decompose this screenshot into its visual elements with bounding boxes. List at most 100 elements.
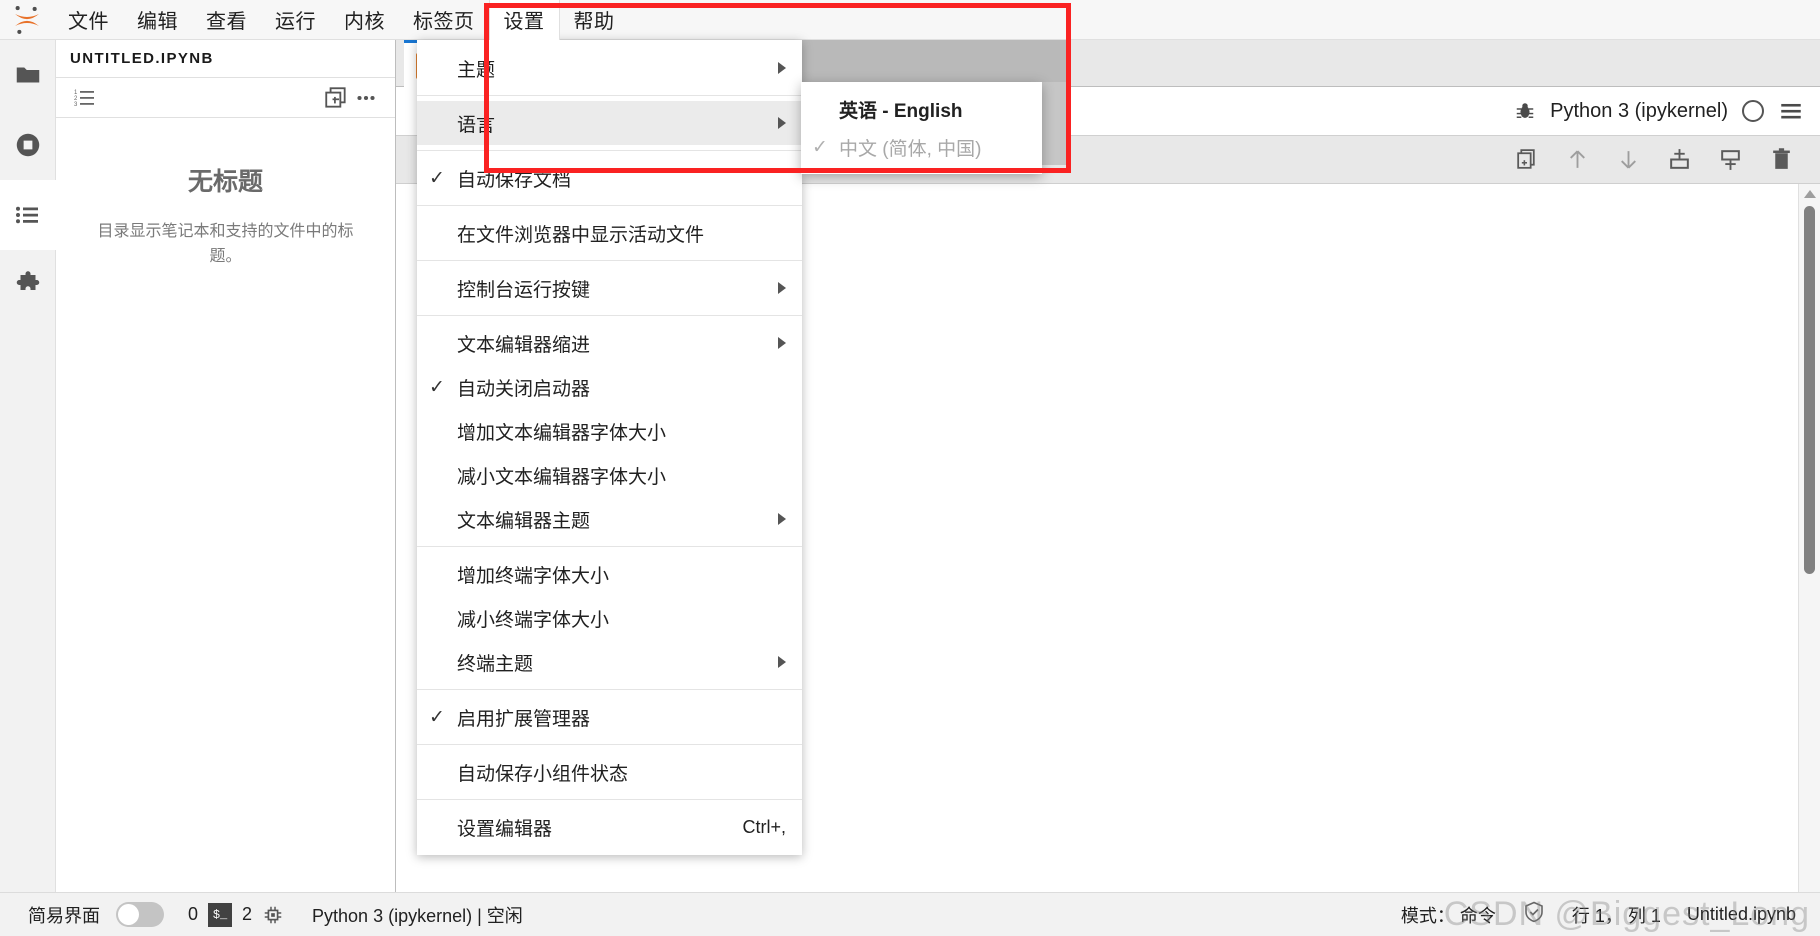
toc-panel-toolbar: 1 2 3 (56, 78, 395, 118)
left-activity-bar (0, 40, 56, 892)
settings-menu-settings-editor-shortcut: Ctrl+, (742, 816, 786, 837)
menu-edit[interactable]: 编辑 (123, 0, 192, 40)
settings-menu-language[interactable]: 语言 (417, 101, 802, 145)
menu-separator (417, 260, 802, 261)
kernel-status-text[interactable]: Python 3 (ipykernel) | 空闲 (312, 902, 523, 928)
settings-menu-text-editor-indentation-label: 文本编辑器缩进 (457, 334, 591, 356)
settings-menu-enable-extension-manager-label: 启用扩展管理器 (457, 708, 591, 730)
simple-mode-toggle-knob (118, 904, 139, 925)
menu-separator (417, 689, 802, 690)
bug-icon[interactable] (1514, 100, 1536, 122)
menu-view[interactable]: 查看 (192, 0, 261, 40)
settings-menu-terminal-theme[interactable]: 终端主题 (417, 640, 802, 684)
insert-cell-below-button[interactable] (1718, 147, 1743, 172)
menu-run[interactable]: 运行 (261, 0, 330, 40)
settings-menu-show-active-file-in-browser[interactable]: 在文件浏览器中显示活动文件 (417, 211, 802, 255)
more-horizontal-icon[interactable] (351, 84, 381, 112)
move-cell-down-button[interactable] (1616, 147, 1641, 172)
chevron-right-icon (778, 656, 786, 668)
cpu-chip-icon[interactable] (262, 904, 284, 926)
scrollbar-thumb[interactable] (1804, 206, 1815, 574)
settings-menu-decrease-editor-font-size[interactable]: 减小文本编辑器字体大小 (417, 453, 802, 497)
language-option-english-label: 英语 - English (839, 100, 963, 122)
menu-separator (417, 205, 802, 206)
kernel-name-label[interactable]: Python 3 (ipykernel) (1550, 100, 1728, 123)
menu-separator (417, 95, 802, 96)
settings-menu-show-active-file-label: 在文件浏览器中显示活动文件 (457, 224, 705, 246)
menu-separator (417, 744, 802, 745)
notebook-vertical-scrollbar[interactable] (1798, 184, 1820, 892)
check-icon: ✓ (429, 376, 445, 398)
sidebar-item-running-terminals[interactable] (0, 110, 56, 180)
csdn-watermark: CSDN @Biggest_Long (1443, 895, 1810, 933)
settings-menu-text-editor-theme-label: 文本编辑器主题 (457, 510, 591, 532)
settings-menu-auto-close-launcher[interactable]: ✓ 自动关闭启动器 (417, 365, 802, 409)
list-icon (15, 206, 38, 224)
sidebar-item-file-browser[interactable] (0, 40, 56, 110)
chevron-right-icon (778, 62, 786, 74)
jupyterlab-window: 文件 编辑 查看 运行 内核 标签页 设置 帮助 UNTITLED.IPYNB … (0, 0, 1820, 936)
table-of-contents-panel: UNTITLED.IPYNB 1 2 3 无标题 目录显示笔记本和支持的文件中的… (56, 40, 396, 892)
svg-text:3: 3 (74, 102, 78, 108)
menu-settings[interactable]: 设置 (488, 0, 560, 40)
chevron-right-icon (778, 337, 786, 349)
kernel-count: 2 (242, 904, 253, 924)
menu-separator (417, 799, 802, 800)
settings-menu-language-label: 语言 (457, 114, 496, 136)
menu-hamburger-icon[interactable] (1778, 98, 1804, 124)
kernel-idle-circle-icon[interactable] (1742, 100, 1764, 122)
duplicate-cell-button[interactable] (1514, 147, 1539, 172)
settings-menu-autosave-documents[interactable]: ✓ 自动保存文档 (417, 156, 802, 200)
settings-menu-decrease-terminal-font-size[interactable]: 减小终端字体大小 (417, 596, 802, 640)
menu-kernel[interactable]: 内核 (330, 0, 399, 40)
language-option-english[interactable]: 英语 - English (801, 90, 1042, 128)
check-icon: ✓ (429, 706, 445, 728)
settings-menu-increase-editor-font-size[interactable]: 增加文本编辑器字体大小 (417, 409, 802, 453)
settings-menu-enable-extension-manager[interactable]: ✓ 启用扩展管理器 (417, 695, 802, 739)
folder-icon (16, 67, 40, 83)
notebook-cell-gutter (396, 184, 416, 892)
simple-mode-toggle[interactable] (116, 902, 164, 927)
settings-menu-text-editor-theme[interactable]: 文本编辑器主题 (417, 497, 802, 541)
menu-help[interactable]: 帮助 (560, 0, 629, 40)
toc-empty-state: 无标题 目录显示笔记本和支持的文件中的标题。 (56, 118, 395, 892)
check-icon: ✓ (429, 167, 445, 189)
chevron-right-icon (778, 282, 786, 294)
menu-separator (417, 546, 802, 547)
settings-menu-settings-editor[interactable]: 设置编辑器 Ctrl+, (417, 805, 802, 849)
delete-cell-button[interactable] (1769, 147, 1794, 172)
add-panel-icon[interactable] (321, 84, 351, 112)
sidebar-item-table-of-contents[interactable] (0, 180, 56, 250)
settings-menu-auto-save-widget-state[interactable]: 自动保存小组件状态 (417, 750, 802, 794)
settings-menu-text-editor-indentation[interactable]: 文本编辑器缩进 (417, 321, 802, 365)
settings-menu-settings-editor-label: 设置编辑器 (457, 818, 553, 840)
settings-menu-increase-terminal-font-size[interactable]: 增加终端字体大小 (417, 552, 802, 596)
toc-panel-title: UNTITLED.IPYNB (56, 40, 395, 78)
menu-tabs[interactable]: 标签页 (399, 0, 489, 40)
insert-cell-above-button[interactable] (1667, 147, 1692, 172)
menu-file[interactable]: 文件 (54, 0, 123, 40)
settings-menu-autosave-documents-label: 自动保存文档 (457, 169, 572, 191)
language-option-chinese-simplified[interactable]: ✓ 中文 (简体, 中国) (801, 128, 1042, 166)
check-icon: ✓ (812, 136, 828, 158)
sidebar-item-extension-manager[interactable] (0, 250, 56, 320)
terminal-icon[interactable]: $_ (208, 902, 233, 927)
settings-menu-increase-editor-font-size-label: 增加文本编辑器字体大小 (457, 422, 667, 444)
scroll-up-arrow-icon[interactable] (1804, 190, 1816, 198)
language-option-chinese-simplified-label: 中文 (简体, 中国) (839, 138, 982, 160)
settings-menu-decrease-terminal-font-size-label: 减小终端字体大小 (457, 609, 610, 631)
simple-mode-label: 简易界面 (28, 905, 100, 926)
jupyter-logo-icon (0, 0, 54, 40)
terminal-count: 0 (188, 904, 199, 924)
puzzle-icon (16, 271, 40, 290)
settings-menu-theme[interactable]: 主题 (417, 46, 802, 90)
settings-dropdown-menu: 主题 语言 ✓ 自动保存文档 在文件浏览器中显示活动文件 控制台运行按键 文本编… (417, 40, 802, 855)
numbered-list-icon[interactable]: 1 2 3 (70, 84, 100, 112)
settings-menu-terminal-theme-label: 终端主题 (457, 653, 534, 675)
settings-menu-auto-save-widget-state-label: 自动保存小组件状态 (457, 763, 629, 785)
settings-menu-console-run-keystroke[interactable]: 控制台运行按键 (417, 266, 802, 310)
chevron-right-icon (778, 513, 786, 525)
settings-menu-decrease-editor-font-size-label: 减小文本编辑器字体大小 (457, 466, 667, 488)
menu-separator (417, 150, 802, 151)
move-cell-up-button[interactable] (1565, 147, 1590, 172)
